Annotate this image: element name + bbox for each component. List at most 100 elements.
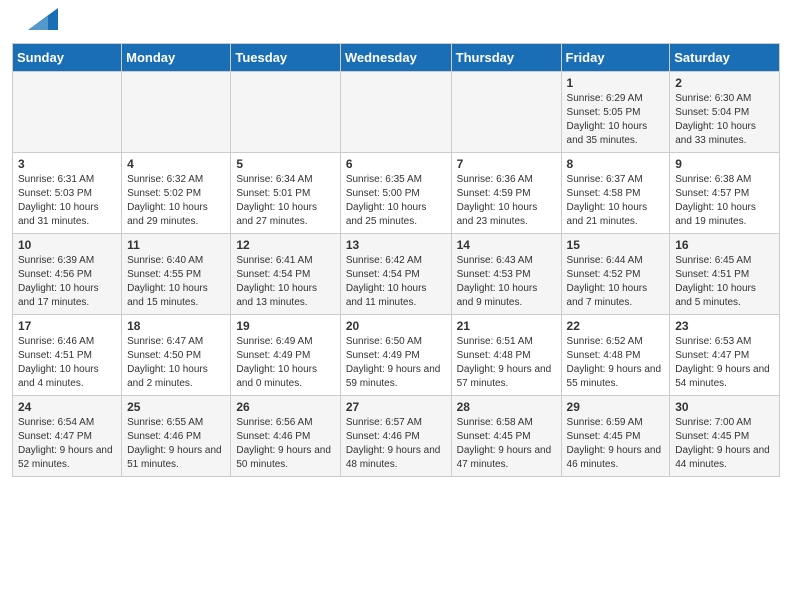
day-info: Sunrise: 6:46 AMSunset: 4:51 PMDaylight:… <box>18 335 116 391</box>
day-number: 30 <box>675 400 774 414</box>
day-number: 2 <box>675 76 774 90</box>
calendar-table: SundayMondayTuesdayWednesdayThursdayFrid… <box>12 43 780 477</box>
calendar-cell: 5 Sunrise: 6:34 AMSunset: 5:01 PMDaylight… <box>231 153 340 234</box>
day-number: 17 <box>18 319 116 333</box>
day-number: 27 <box>346 400 446 414</box>
header-friday: Friday <box>561 44 670 72</box>
calendar-cell: 26 Sunrise: 6:56 AMSunset: 4:46 PMDayligh… <box>231 396 340 477</box>
day-number: 9 <box>675 157 774 171</box>
day-number: 8 <box>567 157 665 171</box>
calendar-cell <box>340 72 451 153</box>
day-number: 20 <box>346 319 446 333</box>
day-info: Sunrise: 6:55 AMSunset: 4:46 PMDaylight:… <box>127 416 225 472</box>
day-number: 1 <box>567 76 665 90</box>
calendar-cell: 8 Sunrise: 6:37 AMSunset: 4:58 PMDaylight… <box>561 153 670 234</box>
day-info: Sunrise: 6:43 AMSunset: 4:53 PMDaylight:… <box>457 254 556 310</box>
calendar-cell: 15 Sunrise: 6:44 AMSunset: 4:52 PMDayligh… <box>561 234 670 315</box>
day-number: 16 <box>675 238 774 252</box>
day-info: Sunrise: 6:50 AMSunset: 4:49 PMDaylight:… <box>346 335 446 391</box>
day-info: Sunrise: 6:49 AMSunset: 4:49 PMDaylight:… <box>236 335 334 391</box>
day-info: Sunrise: 6:44 AMSunset: 4:52 PMDaylight:… <box>567 254 665 310</box>
calendar-cell: 14 Sunrise: 6:43 AMSunset: 4:53 PMDayligh… <box>451 234 561 315</box>
day-info: Sunrise: 6:53 AMSunset: 4:47 PMDaylight:… <box>675 335 774 391</box>
week-row-4: 17 Sunrise: 6:46 AMSunset: 4:51 PMDayligh… <box>13 315 780 396</box>
day-info: Sunrise: 6:40 AMSunset: 4:55 PMDaylight:… <box>127 254 225 310</box>
calendar-cell: 11Sunrise: 6:40 AMSunset: 4:55 PMDayligh… <box>122 234 231 315</box>
day-number: 22 <box>567 319 665 333</box>
day-number: 23 <box>675 319 774 333</box>
day-info: Sunrise: 6:37 AMSunset: 4:58 PMDaylight:… <box>567 173 665 229</box>
day-number: 12 <box>236 238 334 252</box>
calendar-cell <box>13 72 122 153</box>
calendar-cell: 19Sunrise: 6:49 AMSunset: 4:49 PMDayligh… <box>231 315 340 396</box>
calendar-cell: 22 Sunrise: 6:52 AMSunset: 4:48 PMDayligh… <box>561 315 670 396</box>
day-info: Sunrise: 6:42 AMSunset: 4:54 PMDaylight:… <box>346 254 446 310</box>
calendar-cell: 28 Sunrise: 6:58 AMSunset: 4:45 PMDayligh… <box>451 396 561 477</box>
header-tuesday: Tuesday <box>231 44 340 72</box>
calendar-cell: 23 Sunrise: 6:53 AMSunset: 4:47 PMDayligh… <box>670 315 780 396</box>
header-thursday: Thursday <box>451 44 561 72</box>
calendar-cell: 10Sunrise: 6:39 AMSunset: 4:56 PMDayligh… <box>13 234 122 315</box>
day-info: Sunrise: 6:45 AMSunset: 4:51 PMDaylight:… <box>675 254 774 310</box>
day-info: Sunrise: 6:35 AMSunset: 5:00 PMDaylight:… <box>346 173 446 229</box>
calendar-cell: 29 Sunrise: 6:59 AMSunset: 4:45 PMDayligh… <box>561 396 670 477</box>
day-number: 24 <box>18 400 116 414</box>
calendar-cell: 24 Sunrise: 6:54 AMSunset: 4:47 PMDayligh… <box>13 396 122 477</box>
day-info: Sunrise: 6:56 AMSunset: 4:46 PMDaylight:… <box>236 416 334 472</box>
header-saturday: Saturday <box>670 44 780 72</box>
day-info: Sunrise: 6:29 AMSunset: 5:05 PMDaylight:… <box>567 92 665 148</box>
calendar-cell: 17 Sunrise: 6:46 AMSunset: 4:51 PMDayligh… <box>13 315 122 396</box>
day-info: Sunrise: 6:51 AMSunset: 4:48 PMDaylight:… <box>457 335 556 391</box>
calendar-cell: 16 Sunrise: 6:45 AMSunset: 4:51 PMDayligh… <box>670 234 780 315</box>
day-number: 15 <box>567 238 665 252</box>
day-number: 21 <box>457 319 556 333</box>
day-info: Sunrise: 6:52 AMSunset: 4:48 PMDaylight:… <box>567 335 665 391</box>
day-number: 13 <box>346 238 446 252</box>
calendar-cell <box>122 72 231 153</box>
calendar-cell: 3 Sunrise: 6:31 AMSunset: 5:03 PMDaylight… <box>13 153 122 234</box>
week-row-3: 10Sunrise: 6:39 AMSunset: 4:56 PMDayligh… <box>13 234 780 315</box>
day-info: Sunrise: 6:41 AMSunset: 4:54 PMDaylight:… <box>236 254 334 310</box>
logo <box>24 18 58 35</box>
calendar-cell: 25 Sunrise: 6:55 AMSunset: 4:46 PMDayligh… <box>122 396 231 477</box>
day-info: Sunrise: 6:47 AMSunset: 4:50 PMDaylight:… <box>127 335 225 391</box>
day-info: Sunrise: 6:30 AMSunset: 5:04 PMDaylight:… <box>675 92 774 148</box>
day-info: Sunrise: 6:58 AMSunset: 4:45 PMDaylight:… <box>457 416 556 472</box>
calendar-cell: 20 Sunrise: 6:50 AMSunset: 4:49 PMDayligh… <box>340 315 451 396</box>
logo-icon <box>28 8 58 30</box>
calendar-cell: 4Sunrise: 6:32 AMSunset: 5:02 PMDaylight… <box>122 153 231 234</box>
calendar-body: 1 Sunrise: 6:29 AMSunset: 5:05 PMDaylight… <box>13 72 780 477</box>
day-info: Sunrise: 6:38 AMSunset: 4:57 PMDaylight:… <box>675 173 774 229</box>
day-info: Sunrise: 7:00 AMSunset: 4:45 PMDaylight:… <box>675 416 774 472</box>
day-number: 3 <box>18 157 116 171</box>
day-number: 28 <box>457 400 556 414</box>
calendar-cell: 30 Sunrise: 7:00 AMSunset: 4:45 PMDayligh… <box>670 396 780 477</box>
week-row-5: 24 Sunrise: 6:54 AMSunset: 4:47 PMDayligh… <box>13 396 780 477</box>
day-number: 29 <box>567 400 665 414</box>
calendar-cell: 6Sunrise: 6:35 AMSunset: 5:00 PMDaylight… <box>340 153 451 234</box>
calendar-cell: 9 Sunrise: 6:38 AMSunset: 4:57 PMDaylight… <box>670 153 780 234</box>
day-number: 25 <box>127 400 225 414</box>
day-number: 5 <box>236 157 334 171</box>
header-wednesday: Wednesday <box>340 44 451 72</box>
calendar-cell: 7 Sunrise: 6:36 AMSunset: 4:59 PMDaylight… <box>451 153 561 234</box>
day-info: Sunrise: 6:32 AMSunset: 5:02 PMDaylight:… <box>127 173 225 229</box>
calendar-header-row: SundayMondayTuesdayWednesdayThursdayFrid… <box>13 44 780 72</box>
page-header <box>0 0 792 43</box>
calendar-cell: 1 Sunrise: 6:29 AMSunset: 5:05 PMDaylight… <box>561 72 670 153</box>
day-number: 7 <box>457 157 556 171</box>
calendar-cell: 21 Sunrise: 6:51 AMSunset: 4:48 PMDayligh… <box>451 315 561 396</box>
header-monday: Monday <box>122 44 231 72</box>
day-number: 14 <box>457 238 556 252</box>
day-info: Sunrise: 6:54 AMSunset: 4:47 PMDaylight:… <box>18 416 116 472</box>
calendar-cell: 13 Sunrise: 6:42 AMSunset: 4:54 PMDayligh… <box>340 234 451 315</box>
day-info: Sunrise: 6:36 AMSunset: 4:59 PMDaylight:… <box>457 173 556 229</box>
header-sunday: Sunday <box>13 44 122 72</box>
day-number: 10 <box>18 238 116 252</box>
week-row-1: 1 Sunrise: 6:29 AMSunset: 5:05 PMDaylight… <box>13 72 780 153</box>
day-number: 26 <box>236 400 334 414</box>
day-info: Sunrise: 6:31 AMSunset: 5:03 PMDaylight:… <box>18 173 116 229</box>
calendar-cell <box>231 72 340 153</box>
day-info: Sunrise: 6:59 AMSunset: 4:45 PMDaylight:… <box>567 416 665 472</box>
day-info: Sunrise: 6:34 AMSunset: 5:01 PMDaylight:… <box>236 173 334 229</box>
